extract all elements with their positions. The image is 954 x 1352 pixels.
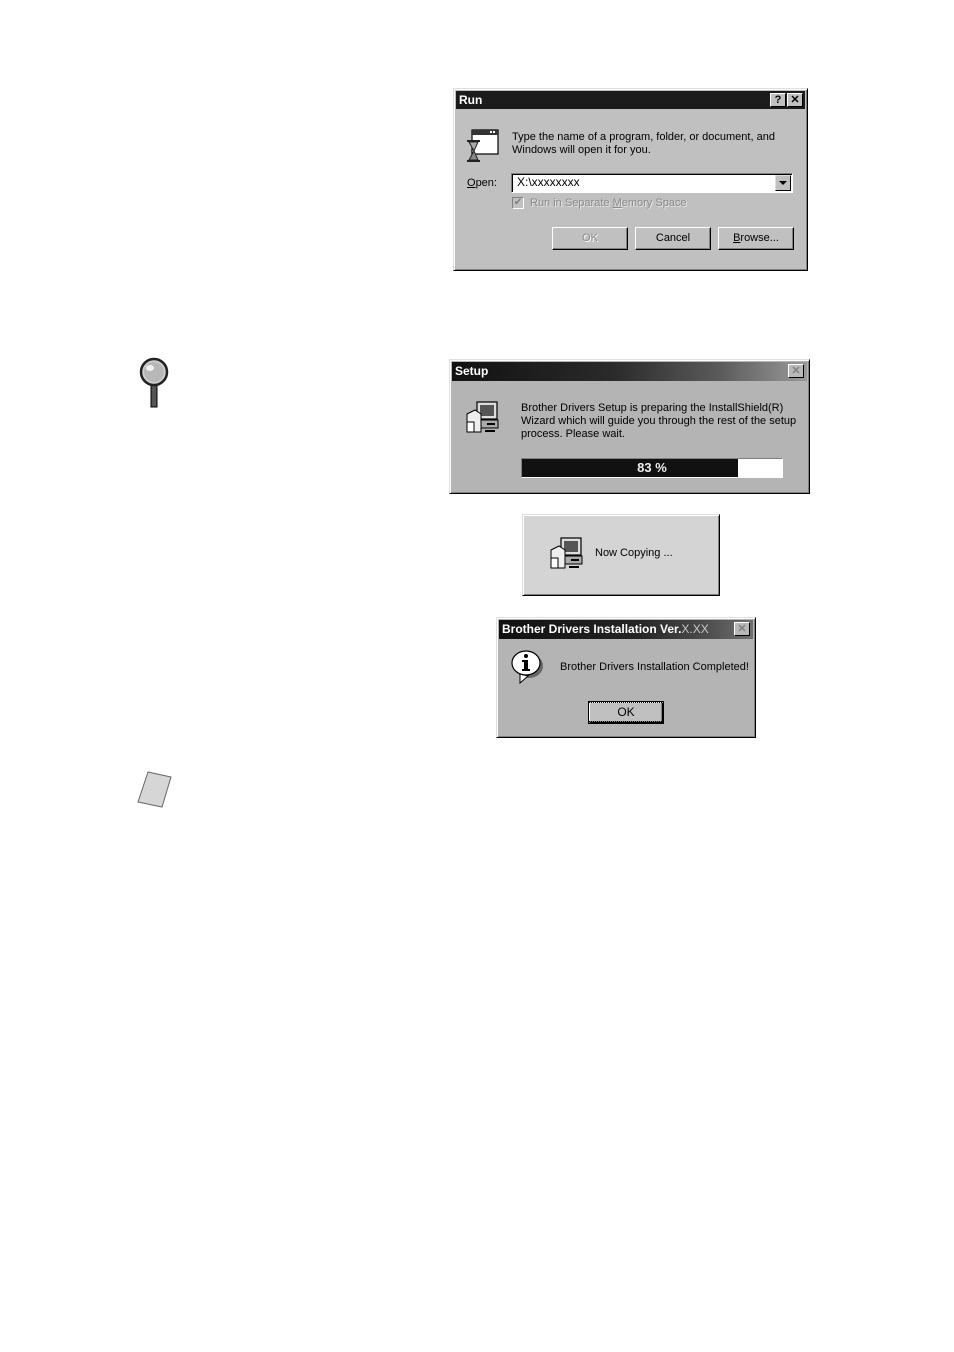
copying-dialog: Now Copying ... xyxy=(522,514,720,596)
setup-title: Setup xyxy=(455,364,489,378)
setup-close-button[interactable]: ✕ xyxy=(788,364,804,378)
setup-title-bar[interactable]: Setup xyxy=(452,362,807,381)
open-combobox[interactable]: X:\xxxxxxxx xyxy=(511,173,793,193)
completed-title-bar[interactable]: Brother Drivers Installation Ver.X.XX xyxy=(499,620,753,639)
completed-message: Brother Drivers Installation Completed! xyxy=(560,661,749,673)
copying-message: Now Copying ... xyxy=(595,547,673,559)
run-description-line-2: Windows will open it for you. xyxy=(512,144,651,156)
run-description-line-1: Type the name of a program, folder, or d… xyxy=(512,131,775,143)
open-label-accelerator: O xyxy=(467,177,476,189)
completed-title-version: X.XX xyxy=(681,622,709,636)
dropdown-arrow-icon[interactable] xyxy=(775,175,791,191)
run-dialog: Run ? ✕ Type the name of a program, fold… xyxy=(453,88,808,271)
close-button[interactable]: ✕ xyxy=(787,93,803,107)
completed-ok-button[interactable]: OK xyxy=(588,701,664,724)
checkbox-label-pre: Run in Separate xyxy=(530,197,613,209)
help-button[interactable]: ? xyxy=(770,93,786,107)
setup-message-line-2: Wizard which will guide you through the … xyxy=(521,415,797,427)
note-paper-icon xyxy=(136,770,174,810)
copying-computer-icon xyxy=(549,536,585,572)
setup-message-line-1: Brother Drivers Setup is preparing the I… xyxy=(521,402,784,414)
checkbox-label-post: emory Space xyxy=(621,197,687,209)
browse-button[interactable]: Browse... xyxy=(718,227,794,250)
open-input-value[interactable]: X:\xxxxxxxx xyxy=(517,175,580,189)
completed-title: Brother Drivers Installation Ver. xyxy=(502,622,682,636)
separate-memory-label: Run in Separate Memory Space xyxy=(530,196,687,210)
run-title: Run xyxy=(459,93,483,107)
cancel-button[interactable]: Cancel xyxy=(635,227,711,250)
completed-close-button[interactable]: ✕ xyxy=(734,622,750,636)
open-label: Open: xyxy=(467,176,497,190)
browse-label: rowse... xyxy=(740,232,779,244)
run-program-hourglass-icon xyxy=(466,127,502,163)
completed-dialog: Brother Drivers Installation Ver.X.XX ✕ … xyxy=(496,617,756,738)
open-label-text: pen: xyxy=(475,177,497,189)
setup-computer-icon xyxy=(465,400,501,436)
setup-progress-bar: 83 % xyxy=(521,458,783,478)
magnifier-icon xyxy=(138,357,172,409)
run-title-bar[interactable]: Run xyxy=(456,91,805,109)
information-icon xyxy=(510,649,544,685)
progress-label: 83 % xyxy=(637,460,667,475)
checkbox-label-accelerator: M xyxy=(612,197,622,209)
setup-message-line-3: process. Please wait. xyxy=(521,428,625,440)
ok-button[interactable]: OK xyxy=(552,227,628,250)
completed-ok-label: OK xyxy=(588,702,664,722)
setup-dialog: Setup ✕ Brother Drivers Setup is prepari… xyxy=(449,359,810,494)
separate-memory-checkbox[interactable]: ✔ xyxy=(512,197,524,209)
